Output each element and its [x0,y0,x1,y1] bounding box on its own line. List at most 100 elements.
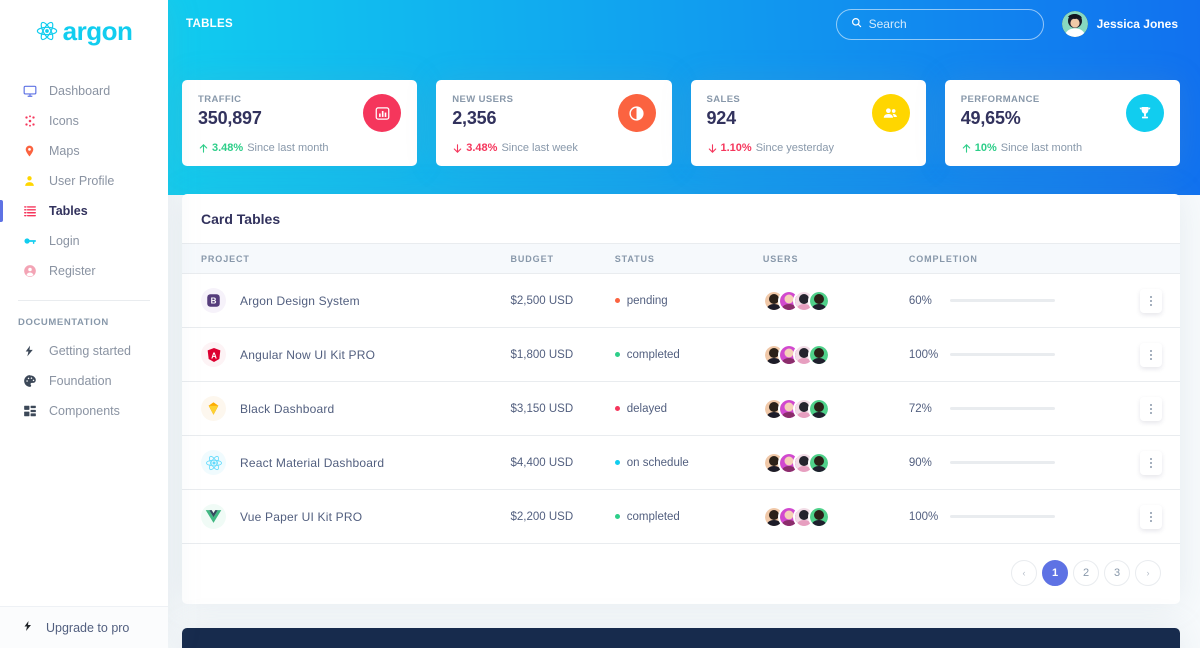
cell-completion: 72% [908,381,1118,436]
cell-budget: $3,150 USD [510,381,615,436]
table-row: Black Dashboard $3,150 USD delayed 72% [182,381,1180,436]
status-badge: on schedule [626,456,689,469]
avatar[interactable] [807,289,830,312]
cell-budget: $1,800 USD [510,327,615,382]
cell-budget: $4,400 USD [510,435,615,490]
status-dot-icon [614,460,620,465]
search-input[interactable] [868,17,1029,31]
status-badge: pending [626,294,668,307]
sidebar-item-label: Maps [49,144,80,158]
upgrade-to-pro-button[interactable]: Upgrade to pro [0,606,168,648]
row-actions-menu-icon[interactable] [1140,396,1162,421]
arrow-up-icon [962,143,971,153]
budget-value: $2,200 USD [510,510,574,523]
project-name: Angular Now UI Kit PRO [240,347,376,362]
stat-footer: 3.48% Since last month [198,142,401,154]
column-header-actions [1117,243,1180,274]
circle-user-icon [22,264,37,278]
budget-value: $3,150 USD [510,402,574,415]
lightning-icon [22,619,34,636]
stat-delta: 3.48% [452,142,497,154]
spaceship-icon [22,344,37,358]
sidebar-item-label: Dashboard [49,84,111,98]
avatar[interactable] [807,343,830,366]
column-header-status: STATUS [614,243,763,274]
cell-budget: $2,500 USD [510,273,615,328]
pagination-page-1[interactable]: 1 [1042,560,1068,586]
stat-card-traffic: TRAFFIC 350,897 3.48% Since last month [182,80,418,166]
completion-percent: 90% [908,456,932,469]
table-row: B Argon Design System $2,500 USD pending… [182,273,1180,328]
budget-value: $4,400 USD [510,456,574,469]
stat-card-performance: PERFORMANCE 49,65% 10% Since last month [944,80,1180,166]
stat-delta: 10% [961,142,997,154]
pagination-next[interactable]: › [1135,560,1161,586]
bullet-list-icon [22,204,37,218]
cell-completion: 100% [908,327,1118,382]
cell-users [762,273,909,328]
avatar-group [762,289,909,312]
avatar-group [762,343,909,366]
sidebar-item-label: Getting started [49,344,131,358]
stat-delta-note: Since last week [501,142,578,154]
row-actions-menu-icon[interactable] [1140,450,1162,475]
avatar[interactable] [807,397,830,420]
card-header-dark: Card Tables [182,628,1180,648]
sidebar-item-register[interactable]: Register [0,256,168,286]
status-dot-icon [614,298,620,303]
main-content: TABLES Search Jessica Jones TRAFFIC 350,… [168,0,1200,648]
vue-icon [201,504,226,529]
pagination-prev[interactable]: ‹ [1011,560,1037,586]
avatar-group [762,397,909,420]
cell-completion: 60% [908,273,1118,328]
cell-status: delayed [614,381,763,436]
avatar[interactable] [807,451,830,474]
table-row: Vue Paper UI Kit PRO $2,200 USD complete… [182,489,1180,544]
sidebar-item-tables[interactable]: Tables [0,196,168,226]
stat-card-sales: SALES 924 1.10% Since yesterday [690,80,926,166]
project-name: Black Dashboard [240,401,335,416]
avatar[interactable] [807,505,830,528]
page-title: TABLES [186,18,233,30]
pagination-page-3[interactable]: 3 [1104,560,1130,586]
brand-name: argon [62,16,133,46]
progress-bar [949,299,1055,302]
card-tables-light: Card Tables PROJECT BUDGET STATUS USERS … [182,194,1180,604]
bootstrap-icon: B [201,288,226,313]
completion-percent: 72% [908,402,932,415]
search-box[interactable] [835,8,1044,40]
sidebar-item-maps[interactable]: Maps [0,136,168,166]
sidebar-item-foundation[interactable]: Foundation [0,366,168,396]
sidebar-item-label: Tables [49,204,88,218]
user-menu[interactable]: Jessica Jones [1061,11,1178,37]
progress-bar [949,515,1055,518]
sidebar-divider [18,300,150,301]
cell-project: B Argon Design System [182,273,511,328]
column-header-completion: COMPLETION [908,243,1118,274]
pin-icon [22,144,37,158]
sidebar-item-user-profile[interactable]: User Profile [0,166,168,196]
top-navbar: TABLES Search Jessica Jones [168,0,1200,48]
sidebar-item-components[interactable]: Components [0,396,168,426]
sidebar-item-label: Foundation [49,374,112,388]
cell-users [762,435,909,490]
key-icon [22,234,37,248]
brand-logo[interactable]: argon [0,0,168,56]
budget-value: $2,500 USD [510,294,574,307]
cell-actions [1117,489,1180,544]
sidebar-item-login[interactable]: Login [0,226,168,256]
stat-footer: 10% Since last month [961,142,1164,154]
sidebar-item-dashboard[interactable]: Dashboard [0,76,168,106]
avatar [1061,11,1088,37]
row-actions-menu-icon[interactable] [1140,504,1162,529]
row-actions-menu-icon[interactable] [1140,342,1162,367]
pagination-page-2[interactable]: 2 [1073,560,1099,586]
sidebar-item-getting-started[interactable]: Getting started [0,336,168,366]
sidebar-item-icons[interactable]: Icons [0,106,168,136]
search-icon [851,15,862,33]
row-actions-menu-icon[interactable] [1140,288,1162,313]
arrow-up-icon [199,143,208,153]
table-row: React Material Dashboard $4,400 USD on s… [182,435,1180,490]
svg-text:B: B [211,297,217,306]
